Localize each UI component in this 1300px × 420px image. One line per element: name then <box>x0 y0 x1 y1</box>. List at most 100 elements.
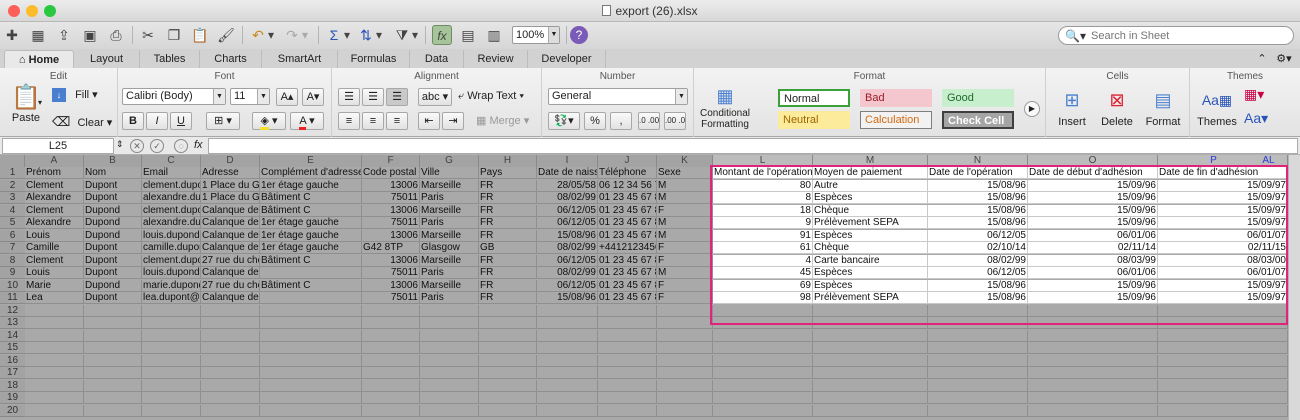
empty-cell[interactable] <box>537 379 598 392</box>
empty-cell[interactable] <box>479 304 537 317</box>
data-cell[interactable]: Dupond <box>84 229 142 242</box>
empty-cell[interactable] <box>260 304 362 317</box>
row-header[interactable]: 12 <box>0 304 25 317</box>
empty-cell[interactable] <box>260 317 362 329</box>
data-cell[interactable]: 15/09/97 <box>1158 279 1288 292</box>
empty-cell[interactable] <box>25 317 84 329</box>
empty-cell[interactable] <box>537 317 598 329</box>
data-cell[interactable]: Carte bancaire <box>813 254 928 267</box>
row-header[interactable]: 9 <box>0 267 25 279</box>
data-cell[interactable]: 15/09/96 <box>1028 279 1158 292</box>
empty-cell[interactable] <box>1028 379 1158 392</box>
data-cell[interactable]: M <box>657 179 713 192</box>
redo-icon[interactable]: ↷ <box>282 25 302 45</box>
empty-cell[interactable] <box>84 304 142 317</box>
empty-cell[interactable] <box>598 367 657 379</box>
borders-button[interactable]: ⊞ ▾ <box>206 112 240 130</box>
row-header[interactable]: 6 <box>0 229 25 242</box>
data-cell[interactable]: 02/11/15 <box>1158 242 1288 254</box>
style-calculation[interactable]: Calculation <box>860 111 932 129</box>
select-all-corner[interactable] <box>0 155 25 167</box>
data-cell[interactable]: Dupont <box>84 292 142 304</box>
decrease-decimal-button[interactable]: .00 .0 <box>664 112 686 130</box>
data-cell[interactable]: 01 23 45 67 89 <box>598 204 657 217</box>
empty-cell[interactable] <box>260 404 362 417</box>
empty-cell[interactable] <box>657 392 713 404</box>
italic-button[interactable]: I <box>146 112 168 130</box>
row-header[interactable]: 10 <box>0 279 25 292</box>
data-cell[interactable]: 4 <box>713 254 813 267</box>
empty-cell[interactable] <box>362 317 420 329</box>
column-header-k[interactable]: K <box>657 155 713 167</box>
row-header[interactable]: 20 <box>0 404 25 417</box>
data-cell[interactable]: 08/02/99 <box>537 267 598 279</box>
data-cell[interactable]: Dupont <box>84 242 142 254</box>
sort-dropdown-icon[interactable]: ▾ <box>374 25 384 45</box>
data-cell[interactable]: Marie <box>25 279 84 292</box>
data-cell[interactable]: clement.dupo <box>142 254 201 267</box>
data-cell[interactable]: Chèque <box>813 204 928 217</box>
data-cell[interactable]: alexandre.dup <box>142 192 201 204</box>
wrap-text-button[interactable]: ⤶ Wrap Text ▾ <box>458 90 524 103</box>
conditional-formatting-button[interactable]: ▦ Conditional Formatting <box>698 84 752 130</box>
empty-cell[interactable] <box>25 304 84 317</box>
data-cell[interactable]: 1er étage gauche <box>260 179 362 192</box>
tab-formulas[interactable]: Formulas <box>338 50 410 68</box>
data-cell[interactable]: 15/08/96 <box>928 179 1028 192</box>
empty-cell[interactable] <box>813 379 928 392</box>
empty-cell[interactable] <box>713 354 813 367</box>
data-cell[interactable]: 06/12/05 <box>537 217 598 229</box>
data-cell[interactable]: Calanque de S <box>201 204 260 217</box>
data-cell[interactable]: 27 rue du che <box>201 254 260 267</box>
empty-cell[interactable] <box>1158 354 1288 367</box>
data-cell[interactable]: M <box>657 192 713 204</box>
empty-cell[interactable] <box>260 392 362 404</box>
new-icon[interactable]: ✚ <box>2 25 22 45</box>
column-header-al[interactable]: AL <box>1250 155 1288 167</box>
cancel-entry-icon[interactable]: ✕ <box>130 139 144 153</box>
data-cell[interactable]: Bâtiment C <box>260 254 362 267</box>
data-cell[interactable]: 06/12/05 <box>928 267 1028 279</box>
empty-cell[interactable] <box>1158 379 1288 392</box>
empty-cell[interactable] <box>928 379 1028 392</box>
header-cell[interactable]: Adresse <box>201 167 260 179</box>
tab-tables[interactable]: Tables <box>140 50 200 68</box>
align-bottom-button[interactable]: ☰ <box>386 88 408 106</box>
data-cell[interactable]: 06/01/06 <box>1028 267 1158 279</box>
empty-cell[interactable] <box>657 329 713 342</box>
data-cell[interactable]: FR <box>479 267 537 279</box>
empty-cell[interactable] <box>201 354 260 367</box>
insert-function-icon[interactable]: ◌ <box>174 139 188 153</box>
empty-cell[interactable] <box>598 392 657 404</box>
filter-dropdown-icon[interactable]: ▾ <box>410 25 420 45</box>
empty-cell[interactable] <box>142 329 201 342</box>
data-cell[interactable]: 01 23 45 67 89 <box>598 254 657 267</box>
collapse-ribbon-icon[interactable]: ⌃ <box>1252 50 1272 68</box>
data-cell[interactable]: M <box>657 267 713 279</box>
theme-fonts-button[interactable]: Aa▾ <box>1244 110 1268 127</box>
open-icon[interactable]: ⇪ <box>54 25 74 45</box>
header-cell[interactable]: Date de l'opération <box>928 167 1028 179</box>
empty-cell[interactable] <box>420 342 479 354</box>
empty-cell[interactable] <box>1028 392 1158 404</box>
fill-button[interactable]: ↓ Fill ▾ <box>52 88 98 102</box>
empty-cell[interactable] <box>813 342 928 354</box>
data-cell[interactable]: Paris <box>420 217 479 229</box>
empty-cell[interactable] <box>479 367 537 379</box>
data-cell[interactable] <box>260 267 362 279</box>
paste-icon[interactable]: 📋 <box>190 25 210 45</box>
empty-cell[interactable] <box>25 367 84 379</box>
data-cell[interactable]: 75011 <box>362 217 420 229</box>
data-cell[interactable]: Dupont <box>84 192 142 204</box>
empty-cell[interactable] <box>1028 317 1158 329</box>
autosum-icon[interactable]: Σ <box>324 25 344 45</box>
autosum-dropdown-icon[interactable]: ▾ <box>342 25 352 45</box>
empty-cell[interactable] <box>201 304 260 317</box>
empty-cell[interactable] <box>201 379 260 392</box>
data-cell[interactable]: 13006 <box>362 254 420 267</box>
data-cell[interactable]: Marseille <box>420 229 479 242</box>
data-cell[interactable]: 15/09/96 <box>1028 204 1158 217</box>
data-cell[interactable]: 98 <box>713 292 813 304</box>
tab-charts[interactable]: Charts <box>200 50 262 68</box>
data-cell[interactable]: Bâtiment C <box>260 204 362 217</box>
